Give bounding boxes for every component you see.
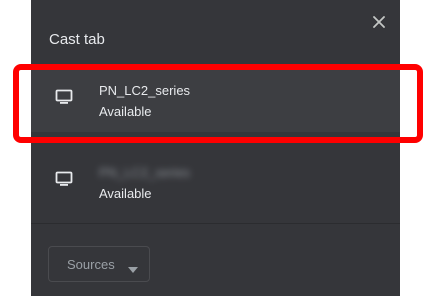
sink-status: Available bbox=[99, 104, 152, 119]
sink-name-obscured: PN_LC2_series bbox=[99, 165, 191, 180]
sink-name: PN_LC2_series bbox=[99, 83, 191, 98]
monitor-icon bbox=[55, 171, 73, 187]
cast-dialog: Cast tab PN_LC2_series Available PN_LC2_… bbox=[31, 0, 400, 296]
sources-dropdown-button[interactable]: Sources bbox=[48, 246, 150, 282]
footer-divider bbox=[31, 223, 400, 224]
sink-item-pn-lc2-series[interactable]: PN_LC2_series Available bbox=[31, 64, 400, 132]
sink-status: Available bbox=[99, 186, 152, 201]
sink-item-obscured[interactable]: PN_LC2_series Available bbox=[31, 144, 400, 212]
close-icon[interactable] bbox=[370, 13, 388, 31]
caret-down-icon bbox=[128, 261, 138, 273]
dialog-title: Cast tab bbox=[49, 31, 105, 48]
monitor-icon bbox=[55, 89, 73, 105]
sources-label: Sources bbox=[67, 257, 115, 272]
